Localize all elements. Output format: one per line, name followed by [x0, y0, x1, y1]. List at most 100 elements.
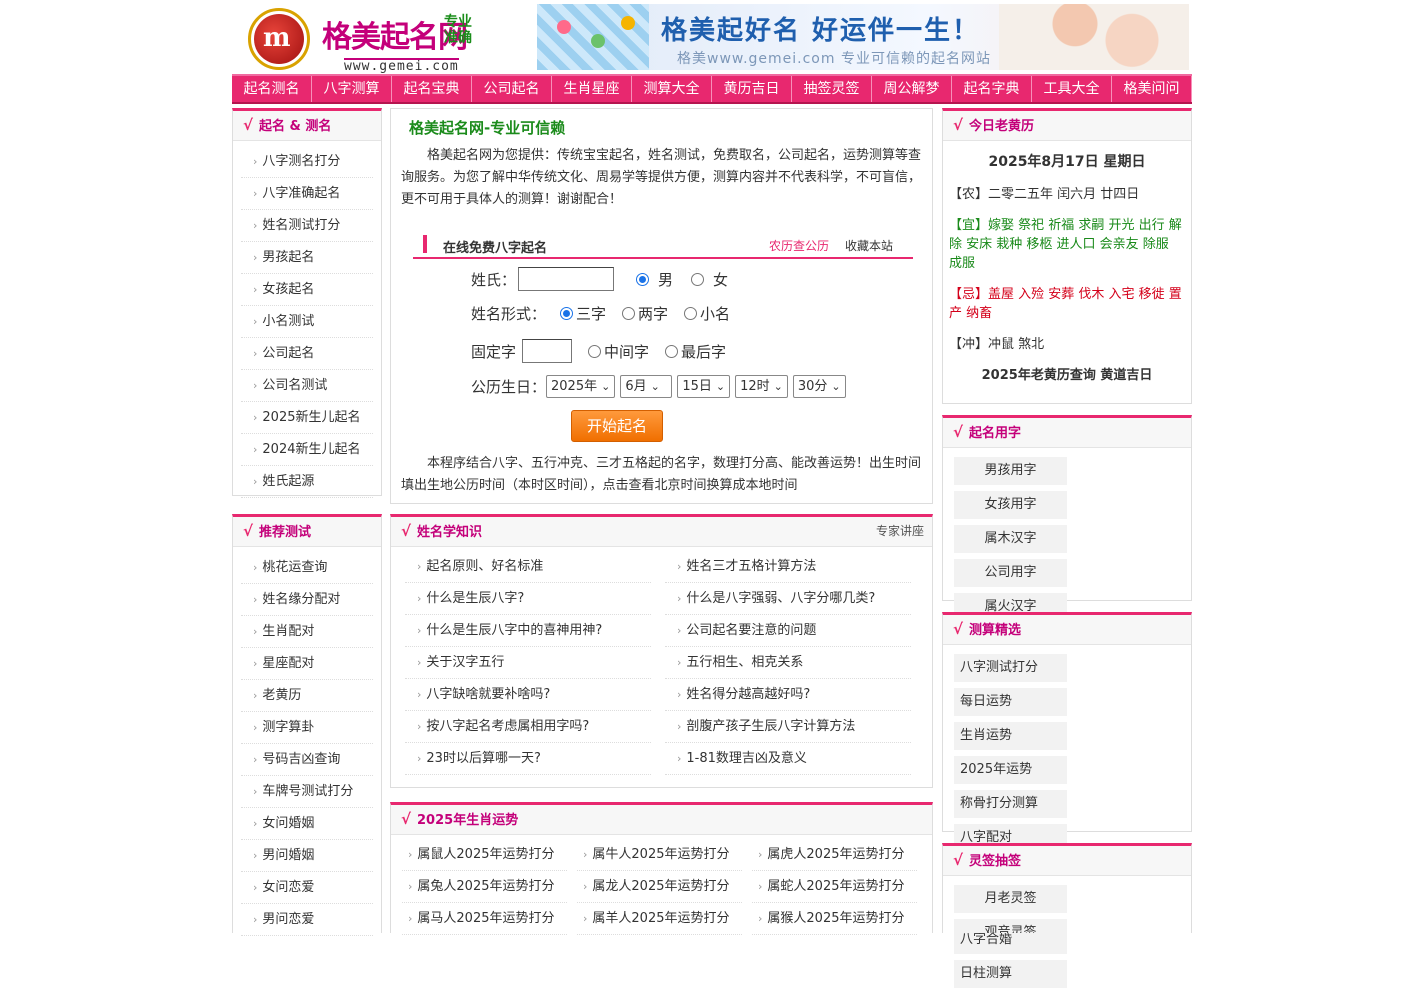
nav-item[interactable]: 抽签灵签 [792, 76, 872, 102]
recommend-link[interactable]: 生肖配对 [241, 616, 373, 648]
start-naming-button[interactable]: 开始起名 [571, 410, 663, 442]
featured-link[interactable]: 每日运势 [954, 688, 1067, 716]
nav-item[interactable]: 起名测名 [232, 76, 312, 102]
nav-item[interactable]: 黄历吉日 [712, 76, 792, 102]
knowledge-link[interactable]: 八字缺啥就要补啥吗? [405, 679, 651, 711]
featured-link[interactable]: 日柱测算 [954, 960, 1067, 988]
naming-link[interactable]: 姓氏起源 [241, 466, 373, 498]
gender-male-radio[interactable] [636, 272, 650, 286]
naming-link[interactable]: 八字测名打分 [241, 146, 373, 178]
knowledge-link[interactable]: 什么是生辰八字中的喜神用神? [405, 615, 651, 647]
bookmark-link[interactable]: 收藏本站 [845, 237, 893, 254]
birth-year-select[interactable]: 2025年 [546, 375, 616, 398]
lot-link[interactable]: 月老灵签 [954, 885, 1067, 913]
naming-link[interactable]: 公司起名 [241, 338, 373, 370]
featured-link[interactable]: 生肖运势 [954, 722, 1067, 750]
birth-day-select[interactable]: 15日 [677, 375, 731, 398]
recommend-link[interactable]: 男问恋爱 [241, 904, 373, 936]
nav-item[interactable]: 起名宝典 [392, 76, 472, 102]
expert-lecture-link[interactable]: 专家讲座 [876, 517, 924, 545]
nav-item[interactable]: 格美问问 [1112, 76, 1192, 102]
fixed-middle-radio[interactable] [588, 344, 602, 358]
two-char-radio[interactable] [622, 307, 636, 320]
nav-item[interactable]: 八字测算 [312, 76, 392, 102]
panel-knowledge-title: 姓名学知识 [417, 525, 483, 540]
name-char-link[interactable]: 属木汉字 [954, 525, 1067, 553]
zodiac-link[interactable]: 属马人2025年运势打分 [402, 903, 567, 935]
knowledge-link[interactable]: 1-81数理吉凶及意义 [665, 743, 911, 775]
featured-link[interactable]: 2025年运势 [954, 756, 1067, 784]
recommend-link[interactable]: 女问恋爱 [241, 872, 373, 904]
knowledge-link[interactable]: 按八字起名考虑属相用字吗? [405, 711, 651, 743]
recommend-link[interactable]: 女问婚姻 [241, 808, 373, 840]
panel-featured-header: √ 测算精选 [943, 615, 1191, 645]
knowledge-link[interactable]: 剖腹产孩子生辰八字计算方法 [665, 711, 911, 743]
nav-item[interactable]: 周公解梦 [872, 76, 952, 102]
name-char-link[interactable]: 公司用字 [954, 559, 1067, 587]
nav-item[interactable]: 起名字典 [952, 76, 1032, 102]
zodiac-link[interactable]: 属蛇人2025年运势打分 [752, 871, 917, 903]
knowledge-link[interactable]: 什么是八字强弱、八字分哪几类? [665, 583, 911, 615]
lot-link[interactable]: 观音灵签 [954, 919, 1067, 933]
birth-minute-select[interactable]: 30分 [792, 375, 846, 398]
logo-url: www.gemei.com [344, 58, 459, 74]
gender-female-radio[interactable] [691, 272, 705, 286]
three-char-radio[interactable] [560, 307, 574, 320]
almanac-query-link[interactable]: 2025年老黄历查询 黄道吉日 [943, 366, 1191, 385]
banner-ad[interactable]: 格美起好名 好运伴一生！ 格美www.gemei.com 专业可信赖的起名网站 [537, 4, 1189, 70]
knowledge-link[interactable]: 五行相生、相克关系 [665, 647, 911, 679]
knowledge-link[interactable]: 起名原则、好名标准 [405, 551, 651, 583]
zodiac-link[interactable]: 属羊人2025年运势打分 [577, 903, 742, 935]
surname-input[interactable] [518, 267, 615, 291]
naming-link[interactable]: 男孩起名 [241, 242, 373, 274]
knowledge-link[interactable]: 姓名得分越高越好吗? [665, 679, 911, 711]
naming-link[interactable]: 公司名测试 [241, 370, 373, 402]
site-logo[interactable]: m 格美起名网 专业准确 www.gemei.com [248, 6, 498, 74]
zodiac-link[interactable]: 属猴人2025年运势打分 [752, 903, 917, 935]
recommend-link[interactable]: 车牌号测试打分 [241, 776, 373, 808]
fixed-last-radio[interactable] [665, 344, 679, 358]
nav-item[interactable]: 测算大全 [632, 76, 712, 102]
birth-month-select[interactable]: 6月 [620, 375, 673, 398]
recommend-link[interactable]: 桃花运查询 [241, 552, 373, 584]
birth-hour-select[interactable]: 12时 [735, 375, 788, 398]
recommend-link[interactable]: 号码吉凶查询 [241, 744, 373, 776]
three-char-label: 三字 [576, 305, 607, 323]
zodiac-link[interactable]: 属兔人2025年运势打分 [402, 871, 567, 903]
zodiac-link[interactable]: 属鼠人2025年运势打分 [402, 839, 567, 871]
naming-link[interactable]: 八字准确起名 [241, 178, 373, 210]
nickname-radio[interactable] [684, 307, 698, 320]
nav-item[interactable]: 公司起名 [472, 76, 552, 102]
zodiac-link[interactable]: 属龙人2025年运势打分 [577, 871, 742, 903]
recommend-link[interactable]: 测字算卦 [241, 712, 373, 744]
nav-item[interactable]: 生肖星座 [552, 76, 632, 102]
knowledge-link[interactable]: 23时以后算哪一天? [405, 743, 651, 775]
knowledge-link[interactable]: 什么是生辰八字? [405, 583, 651, 615]
featured-link[interactable]: 称骨打分测算 [954, 790, 1067, 818]
naming-link[interactable]: 女孩起名 [241, 274, 373, 306]
name-char-link[interactable]: 男孩用字 [954, 457, 1067, 485]
zodiac-link[interactable]: 属虎人2025年运势打分 [752, 839, 917, 871]
featured-link[interactable]: 八字测试打分 [954, 654, 1067, 682]
row-surname: 姓氏： 男 女 [471, 267, 728, 291]
knowledge-link[interactable]: 姓名三才五格计算方法 [665, 551, 911, 583]
knowledge-link[interactable]: 公司起名要注意的问题 [665, 615, 911, 647]
featured-grid: 八字测试打分每日运势生肖运势2025年运势称骨打分测算八字配对十年运势测算盲派流… [943, 645, 1191, 997]
lunar-to-solar-link[interactable]: 农历查公历 [769, 237, 829, 254]
recommend-link[interactable]: 老黄历 [241, 680, 373, 712]
panel-naming-list: 八字测名打分八字准确起名姓名测试打分男孩起名女孩起名小名测试公司起名公司名测试2… [233, 141, 381, 498]
fixed-char-input[interactable] [522, 339, 573, 363]
naming-link[interactable]: 姓名测试打分 [241, 210, 373, 242]
naming-link[interactable]: 2024新生儿起名 [241, 434, 373, 466]
name-char-link[interactable]: 女孩用字 [954, 491, 1067, 519]
naming-link[interactable]: 2025新生儿起名 [241, 402, 373, 434]
intro-title: 格美起名网-专业可信赖 [409, 119, 566, 137]
recommend-link[interactable]: 星座配对 [241, 648, 373, 680]
naming-link[interactable]: 小名测试 [241, 306, 373, 338]
recommend-link[interactable]: 男问婚姻 [241, 840, 373, 872]
zodiac-link[interactable]: 属牛人2025年运势打分 [577, 839, 742, 871]
recommend-link[interactable]: 姓名缘分配对 [241, 584, 373, 616]
nav-item[interactable]: 工具大全 [1032, 76, 1112, 102]
knowledge-link[interactable]: 关于汉字五行 [405, 647, 651, 679]
panel-name-chars-header: √ 起名用字 [943, 418, 1191, 448]
